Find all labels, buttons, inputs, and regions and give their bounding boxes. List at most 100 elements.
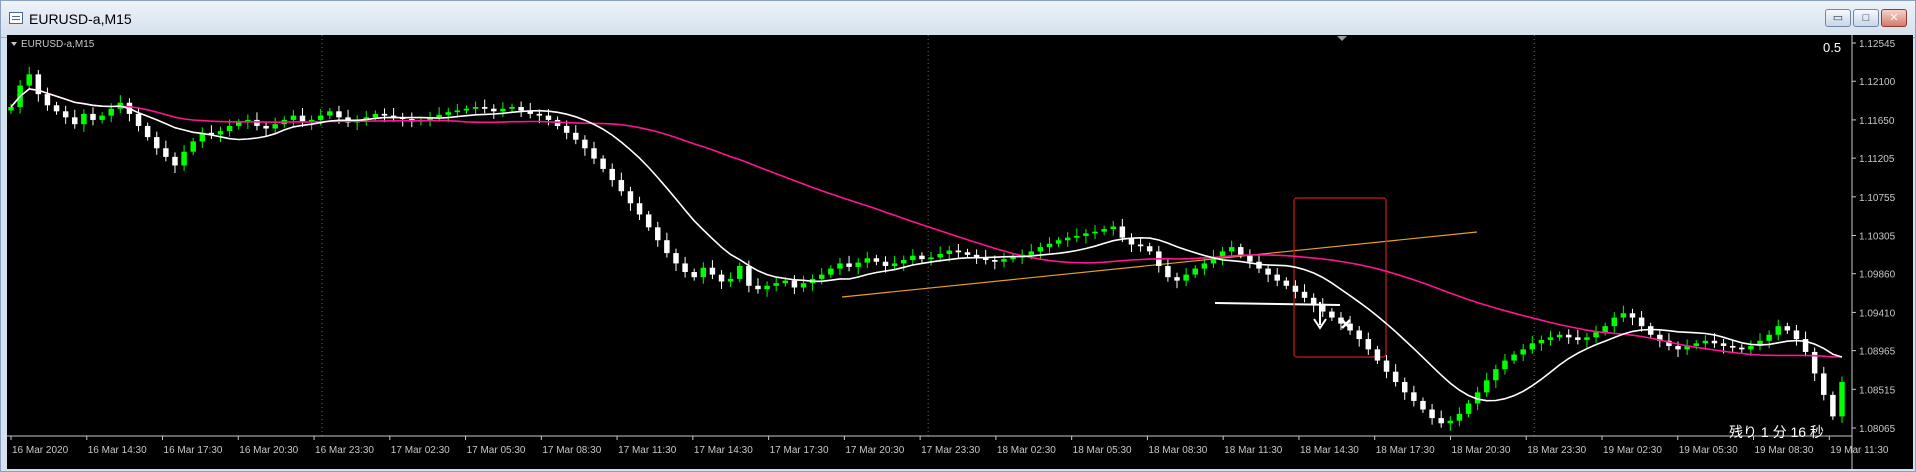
time-tick-label: 16 Mar 2020 [12, 445, 69, 456]
candle-body [591, 148, 597, 159]
candle-body [1729, 345, 1736, 348]
candle-body [1739, 347, 1745, 350]
close-button[interactable]: ✕ [1881, 9, 1907, 27]
price-tick-label: 1.10755 [1859, 193, 1896, 204]
price-chart[interactable]: 1.12545 1.12100 1.11650 1.11205 1.10755 1.103… [7, 35, 1913, 469]
candle-body [1310, 297, 1317, 305]
candle-body [764, 285, 770, 290]
candle-body [1620, 313, 1627, 318]
time-tick-label: 17 Mar 17:30 [770, 445, 829, 456]
candle-body [837, 263, 843, 269]
candle-body [873, 258, 880, 262]
time-tick-label: 18 Mar 17:30 [1376, 445, 1435, 456]
maximize-button[interactable]: □ [1853, 9, 1879, 27]
candle-body [1365, 339, 1372, 350]
time-tick-label: 18 Mar 11:30 [1224, 445, 1283, 456]
candle-body [964, 252, 971, 255]
candle-body [664, 240, 670, 254]
time-tick-label: 16 Mar 14:30 [88, 445, 147, 456]
candle-body [846, 263, 852, 267]
candle-body [1720, 343, 1727, 346]
candle-body [1301, 291, 1308, 298]
candle-body [636, 203, 643, 215]
candle-body [381, 113, 388, 116]
candle-body [1174, 277, 1180, 281]
candle-body [290, 115, 297, 120]
candle-body [573, 132, 579, 140]
candle-body [1711, 340, 1718, 344]
candle-body [8, 107, 14, 111]
candle-body [1793, 330, 1800, 340]
candle-body [254, 119, 260, 126]
candle-body [263, 125, 269, 129]
price-tick-label: 1.09860 [1859, 270, 1896, 281]
candle-body [1037, 247, 1044, 252]
candle-body [445, 112, 451, 115]
time-tick-label: 17 Mar 23:30 [921, 445, 980, 456]
candle-body [1547, 337, 1554, 340]
time-tick-label: 18 Mar 14:30 [1300, 445, 1359, 456]
candle-body [627, 191, 634, 204]
candle-body [1338, 317, 1344, 324]
chart-window-icon [9, 12, 23, 24]
candle-body [1456, 413, 1463, 421]
candle-body [154, 137, 160, 149]
candle-body [1575, 337, 1581, 340]
candle-body [500, 108, 506, 112]
candle-body [1274, 274, 1280, 281]
candle-body [1429, 409, 1435, 419]
candle-body [72, 117, 78, 125]
time-tick-label: 16 Mar 23:30 [315, 445, 374, 456]
candle-body [26, 74, 32, 86]
candle-body [1511, 354, 1517, 361]
candle-body [1292, 285, 1299, 292]
candle-body [1165, 266, 1171, 278]
candle-body [99, 115, 105, 120]
candle-body [1775, 326, 1781, 335]
candle-body [1374, 349, 1381, 361]
candle-body [1137, 244, 1144, 247]
candle-body [755, 285, 761, 290]
candle-body [718, 274, 725, 282]
price-tick-label: 1.08065 [1859, 424, 1896, 435]
candle-body [144, 125, 151, 138]
candle-body [937, 253, 943, 258]
candle-body [992, 259, 998, 262]
candle-body [1784, 326, 1791, 331]
candle-body [436, 114, 442, 118]
candle-body [1675, 345, 1681, 350]
candle-body [81, 113, 87, 125]
candle-body [1265, 268, 1271, 275]
candle-body [454, 110, 461, 113]
candle-body [53, 105, 60, 112]
candle-body [782, 280, 789, 284]
candle-body [582, 139, 588, 149]
candle-body [90, 113, 96, 120]
minimize-button[interactable]: ▭ [1825, 9, 1851, 27]
candle-body [272, 124, 278, 129]
time-tick-label: 17 Mar 05:30 [467, 445, 526, 456]
window-titlebar[interactable]: EURUSD-a,M15 ▭ □ ✕ [1, 1, 1915, 38]
time-tick-label: 17 Mar 02:30 [391, 445, 450, 456]
candle-body [645, 214, 652, 228]
candle-body [1238, 247, 1244, 255]
candle-body [1483, 380, 1490, 393]
candle-body [1046, 243, 1053, 248]
candle-body [609, 168, 615, 181]
time-tick-label: 19 Mar 02:30 [1603, 445, 1662, 456]
candle-body [1493, 369, 1499, 381]
candle-body [655, 227, 661, 241]
candle-body [746, 266, 752, 286]
candle-body [682, 263, 688, 273]
countdown-label: 残り 1 分 16 秒 [1729, 424, 1824, 440]
candle-body [900, 259, 907, 264]
candle-body [1748, 345, 1754, 350]
candle-body [327, 111, 333, 116]
candle-body [891, 263, 898, 267]
candle-body [1347, 323, 1353, 331]
candle-body [1010, 257, 1016, 260]
price-tick-label: 1.08965 [1859, 347, 1896, 358]
candle-body [1119, 226, 1126, 238]
candle-body [1074, 235, 1080, 238]
candle-body [481, 107, 488, 109]
